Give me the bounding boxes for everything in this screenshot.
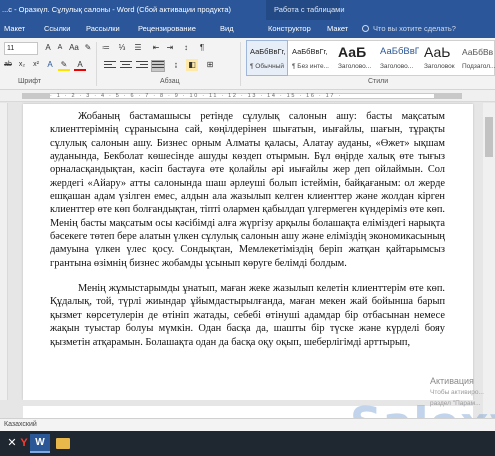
superscript-icon[interactable]: x² xyxy=(30,59,42,71)
style-heading-2[interactable]: АаБбВвГ Заголово... xyxy=(377,41,419,75)
style-sample: АаЬ xyxy=(424,44,451,60)
tab-view[interactable]: Вид xyxy=(220,20,234,38)
title-bar: ...с - Оразкүл. Сұлулық салоны - Word (С… xyxy=(0,0,495,20)
paragraph[interactable]: Менің жұмыстарымды ұнатып, маған жеке жа… xyxy=(50,282,445,349)
separator xyxy=(240,42,241,86)
tab-table-layout[interactable]: Макет xyxy=(327,20,348,38)
activation-subtext: Чтобы активиро... xyxy=(430,389,484,396)
tab-references[interactable]: Ссылки xyxy=(44,20,70,38)
separator xyxy=(96,42,97,86)
vertical-ruler[interactable] xyxy=(0,103,8,403)
bullets-icon[interactable]: ≔ xyxy=(100,42,112,54)
shrink-font-icon[interactable]: A xyxy=(54,42,66,54)
tab-design[interactable]: Конструктор xyxy=(268,20,311,38)
style-heading-1[interactable]: АаБ Заголово... xyxy=(335,41,375,75)
taskbar: ✕ Y W xyxy=(0,431,495,456)
style-sample: АаБбВвГг, xyxy=(292,47,328,56)
decrease-indent-icon[interactable]: ⇤ xyxy=(150,42,162,54)
style-label: ¶ Обычный xyxy=(250,63,285,70)
status-bar: Казахский xyxy=(0,418,495,431)
line-spacing-icon[interactable]: ↨ xyxy=(170,59,182,71)
styles-gallery[interactable]: АаБбВвГг, ¶ Обычный АаБбВвГг, ¶ Без инте… xyxy=(246,40,495,76)
shading-icon[interactable]: ◧ xyxy=(186,59,198,71)
multilevel-list-icon[interactable]: ☰ xyxy=(132,42,144,54)
ribbon-tabs: Макет Ссылки Рассылки Рецензирование Вид… xyxy=(0,20,495,38)
style-label: Заголово... xyxy=(380,63,414,70)
ruler-left-margin xyxy=(22,93,50,99)
style-label: Подзагол... xyxy=(462,63,495,70)
word-icon-label: W xyxy=(35,437,45,448)
align-left-icon[interactable] xyxy=(104,61,116,71)
ruler-ticks: · 1 · 2 · 3 · 4 · 5 · 6 · 7 · 8 · 9 · 10… xyxy=(50,93,342,99)
paragraph[interactable]: Жобаның бастамашысы ретінде сұлулық сало… xyxy=(50,110,445,270)
style-sample: АаБбВвГг, xyxy=(250,47,286,56)
subscript-icon[interactable]: x₂ xyxy=(16,59,28,71)
document-body[interactable]: Жобаның бастамашысы ретінде сұлулық сало… xyxy=(50,110,445,349)
styles-group-label: Стили xyxy=(368,78,389,85)
highlight-icon[interactable]: ✎ xyxy=(58,59,70,71)
grow-font-icon[interactable]: A xyxy=(42,42,54,54)
strikethrough-icon[interactable]: ab xyxy=(2,59,14,71)
vertical-scrollbar[interactable] xyxy=(483,103,495,418)
numbering-icon[interactable]: ⅓ xyxy=(116,42,128,54)
word-taskbar-icon[interactable]: W xyxy=(30,434,50,453)
style-label: Заголовок xyxy=(424,63,455,70)
tab-review[interactable]: Рецензирование xyxy=(138,20,196,38)
style-label: Заголово... xyxy=(338,63,372,70)
paragraph-group-label: Абзац xyxy=(160,78,180,85)
lightbulb-icon xyxy=(362,25,369,32)
style-sample: АаБбВв xyxy=(462,47,494,57)
table-tools-label: Работа с таблицами xyxy=(266,0,345,20)
style-title[interactable]: АаЬ Заголовок xyxy=(421,41,457,75)
tell-me-placeholder: Что вы хотите сделать? xyxy=(373,24,456,33)
show-marks-icon[interactable]: ¶ xyxy=(196,42,208,54)
style-label: ¶ Без инте... xyxy=(292,63,329,70)
style-sample: АаБбВвГ xyxy=(380,46,419,57)
style-sample: АаБ xyxy=(338,44,367,60)
scrollbar-thumb[interactable] xyxy=(485,117,493,157)
font-color-icon[interactable]: A xyxy=(74,59,86,71)
ruler-right-margin xyxy=(434,93,462,99)
sort-icon[interactable]: ↕ xyxy=(180,42,192,54)
style-normal[interactable]: АаБбВвГг, ¶ Обычный xyxy=(246,40,288,76)
file-explorer-icon[interactable] xyxy=(56,438,70,449)
font-size-dropdown[interactable]: 11 xyxy=(4,42,38,55)
language-indicator[interactable]: Казахский xyxy=(0,421,37,428)
clear-formatting-icon[interactable]: ✎ xyxy=(82,42,94,54)
horizontal-ruler[interactable]: · 1 · 2 · 3 · 4 · 5 · 6 · 7 · 8 · 9 · 10… xyxy=(0,90,495,102)
change-case-icon[interactable]: Aa xyxy=(68,42,80,54)
tell-me-search[interactable]: Что вы хотите сделать? xyxy=(362,20,456,38)
activation-title: Активация xyxy=(430,376,474,386)
font-group-label: Шрифт xyxy=(18,78,42,85)
ribbon-home: 11 A A Aa ✎ ab x₂ x² A ✎ A Шрифт ≔ ⅓ ☰ ⇤… xyxy=(0,38,495,90)
font-size-value: 11 xyxy=(7,45,15,52)
document-page[interactable]: Жобаның бастамашысы ретінде сұлулық сало… xyxy=(23,104,473,400)
tab-layout[interactable]: Макет xyxy=(4,20,25,38)
window-title: ...с - Оразкүл. Сұлулық салоны - Word (С… xyxy=(2,5,232,14)
borders-icon[interactable]: ⊞ xyxy=(204,59,216,71)
style-no-spacing[interactable]: АаБбВвГг, ¶ Без инте... xyxy=(289,41,333,75)
align-right-icon[interactable] xyxy=(136,61,148,71)
justify-icon[interactable] xyxy=(151,60,165,72)
increase-indent-icon[interactable]: ⇥ xyxy=(164,42,176,54)
tab-mailings[interactable]: Рассылки xyxy=(86,20,120,38)
style-subtitle[interactable]: АаБбВв Подзагол... xyxy=(459,41,495,75)
align-center-icon[interactable] xyxy=(120,61,132,71)
text-effects-icon[interactable]: A xyxy=(44,59,56,71)
